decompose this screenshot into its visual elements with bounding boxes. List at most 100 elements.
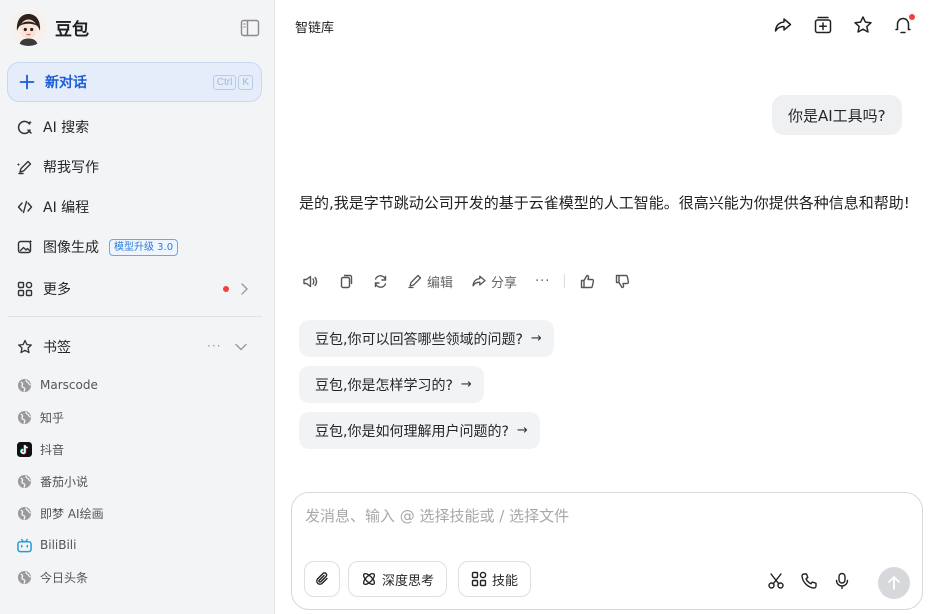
globe-icon xyxy=(17,506,32,521)
sidebar-item-ai-search[interactable]: AI 搜索 xyxy=(8,110,262,144)
kbd-ctrl: Ctrl xyxy=(212,75,237,90)
chevron-down-icon[interactable] xyxy=(234,340,248,354)
douyin-icon xyxy=(17,441,32,457)
read-aloud-icon[interactable] xyxy=(302,273,319,290)
page-title: 智链库 xyxy=(295,21,335,36)
edit-label: 编辑 xyxy=(427,275,454,291)
message-actions: 编辑 分享 ··· xyxy=(302,271,649,291)
new-chat-label: 新对话 xyxy=(45,75,87,91)
kbd-k: K xyxy=(238,75,253,90)
upgrade-badge: 模型升级 3.0 xyxy=(109,238,179,256)
deep-think-button[interactable]: 深度思考 xyxy=(348,561,448,597)
actions-divider xyxy=(564,274,566,288)
share-button[interactable]: 分享 xyxy=(471,272,517,291)
bookmark-label: 今日头条 xyxy=(40,570,89,585)
brand-name: 豆包 xyxy=(55,20,89,40)
bookmark-item-bilibili[interactable]: BiliBili xyxy=(8,530,262,560)
arrow-right-icon: → xyxy=(516,423,528,438)
sidebar-item-label: AI 搜索 xyxy=(43,120,90,136)
suggestion-chip[interactable]: 豆包,你是怎样学习的? → xyxy=(299,366,484,403)
sidebar-item-coding[interactable]: AI 编程 xyxy=(8,190,262,224)
top-actions xyxy=(773,14,915,35)
sidebar-toggle-icon[interactable] xyxy=(240,19,260,37)
bookmark-label: BiliBili xyxy=(40,538,77,552)
send-button[interactable] xyxy=(878,567,910,599)
message-composer: 深度思考 技能 xyxy=(291,492,923,610)
suggestion-chip[interactable]: 豆包,你是如何理解用户问题的? → xyxy=(299,412,540,449)
microphone-icon[interactable] xyxy=(833,572,851,590)
ai-search-icon xyxy=(17,119,33,135)
bookmark-label: 抖音 xyxy=(40,442,65,457)
code-icon xyxy=(17,199,33,215)
suggestion-text: 豆包,你可以回答哪些领域的问题? xyxy=(315,331,523,348)
message-input[interactable] xyxy=(305,507,905,525)
sidebar-item-writing[interactable]: 帮我写作 xyxy=(8,150,262,184)
chat-main: 智链库 你是AI工具吗? 是的,我是字节跳动公司开发的基于云雀模型的人工智能。很… xyxy=(276,0,932,614)
skills-button[interactable]: 技能 xyxy=(458,561,532,597)
arrow-up-icon xyxy=(887,575,901,591)
bookmark-label: 即梦 AI绘画 xyxy=(40,506,104,521)
add-to-library-icon[interactable] xyxy=(813,15,833,35)
thumbs-down-icon[interactable] xyxy=(614,273,631,290)
new-chat-button[interactable]: 新对话 Ctrl K xyxy=(7,62,262,102)
plus-icon xyxy=(19,74,35,90)
bookmark-item-jimeng[interactable]: 即梦 AI绘画 xyxy=(8,498,262,528)
arrow-right-icon: → xyxy=(530,331,542,346)
edit-icon xyxy=(407,273,423,289)
globe-icon xyxy=(17,474,32,489)
sidebar-item-label: 帮我写作 xyxy=(43,160,99,176)
bookmarks-title: 书签 xyxy=(43,340,71,356)
bookmarks-more-button[interactable]: ··· xyxy=(207,339,221,353)
bilibili-icon xyxy=(17,538,32,553)
globe-icon xyxy=(17,570,32,585)
atom-icon xyxy=(361,571,377,587)
more-options-button[interactable]: ··· xyxy=(535,274,550,289)
shortcut-hint: Ctrl K xyxy=(212,75,253,90)
sidebar-item-label: 更多 xyxy=(43,282,71,298)
sidebar-item-image-gen[interactable]: 图像生成 模型升级 3.0 xyxy=(8,230,262,264)
suggestion-text: 豆包,你是如何理解用户问题的? xyxy=(315,423,509,440)
image-icon xyxy=(17,239,33,255)
suggestion-chip[interactable]: 豆包,你可以回答哪些领域的问题? → xyxy=(299,320,554,357)
bookmarks-header[interactable]: 书签 ··· xyxy=(8,330,262,364)
skills-label: 技能 xyxy=(492,573,519,589)
bell-icon[interactable] xyxy=(893,14,915,35)
user-message: 你是AI工具吗? xyxy=(772,95,902,135)
bookmark-item-douyin[interactable]: 抖音 xyxy=(8,434,262,464)
bookmark-item-zhihu[interactable]: 知乎 xyxy=(8,402,262,432)
avatar[interactable] xyxy=(10,9,47,46)
bookmark-label: Marscode xyxy=(40,378,98,392)
attach-button[interactable] xyxy=(304,561,340,597)
regenerate-icon[interactable] xyxy=(372,273,389,290)
grid-icon xyxy=(471,571,487,587)
paperclip-icon xyxy=(314,571,330,587)
chevron-right-icon xyxy=(239,282,249,296)
copy-icon[interactable] xyxy=(337,273,354,290)
more-label: ··· xyxy=(535,273,551,289)
sidebar-item-label: 图像生成 xyxy=(43,240,99,256)
assistant-message: 是的,我是字节跳动公司开发的基于云雀模型的人工智能。很高兴能为你提供各种信息和帮… xyxy=(299,194,910,212)
globe-icon xyxy=(17,378,32,393)
notification-dot xyxy=(223,286,229,292)
share-label: 分享 xyxy=(491,275,518,291)
bookmark-item-fanqie[interactable]: 番茄小说 xyxy=(8,466,262,496)
edit-button[interactable]: 编辑 xyxy=(407,272,453,291)
arrow-right-icon: → xyxy=(460,377,472,392)
sidebar-divider xyxy=(8,316,262,317)
suggestion-text: 豆包,你是怎样学习的? xyxy=(315,377,453,394)
phone-icon[interactable] xyxy=(800,572,818,590)
globe-icon xyxy=(17,410,32,425)
bookmark-item-toutiao[interactable]: 今日头条 xyxy=(8,562,262,592)
grid-icon xyxy=(17,281,33,297)
sidebar: 豆包 新对话 Ctrl K AI 搜索 帮我写作 AI 编程 图像生成 模型升级… xyxy=(0,0,275,614)
bookmark-item-marscode[interactable]: Marscode xyxy=(8,370,262,400)
notification-dot xyxy=(909,14,915,20)
scissors-icon[interactable] xyxy=(767,572,785,590)
star-icon[interactable] xyxy=(853,15,873,35)
star-icon xyxy=(17,339,33,355)
sidebar-item-more[interactable]: 更多 xyxy=(8,272,262,306)
share-icon[interactable] xyxy=(773,15,793,35)
brand: 豆包 xyxy=(10,9,89,46)
pen-icon xyxy=(17,159,33,175)
thumbs-up-icon[interactable] xyxy=(579,273,596,290)
